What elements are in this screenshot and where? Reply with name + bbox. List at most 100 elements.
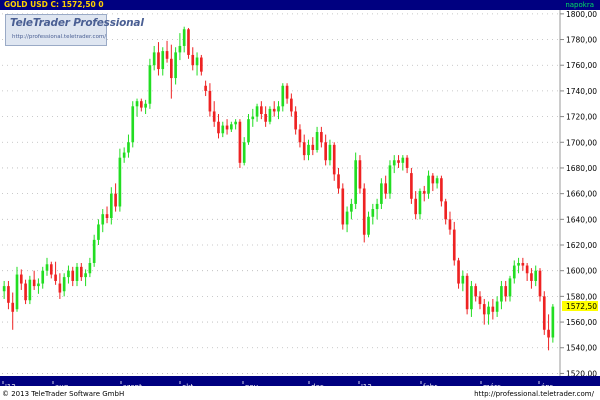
gridlines [2,13,560,374]
candle-body [530,273,533,281]
current-price-marker: 1572,50 [562,301,598,312]
candle-body [58,283,62,293]
y-tick-label: 1540,00 [566,344,597,353]
candle [341,183,345,230]
candle-body [401,157,405,163]
candle-body [392,160,396,166]
candle-body [208,90,212,112]
candle [401,155,405,171]
candle [191,47,195,71]
candle-body [97,224,100,240]
candle-body [534,270,538,281]
y-tick-label: 1660,00 [566,190,597,199]
candle [547,314,550,351]
candle-body [345,211,349,225]
candle-body [24,283,27,301]
candle [101,209,105,233]
candle [109,187,113,225]
candle-body [517,262,520,266]
candle [431,173,435,192]
candle [538,268,542,302]
candle-body [418,191,422,215]
candle-body [397,160,400,163]
candle-body [277,106,280,112]
candle [37,278,40,294]
candle [217,114,220,139]
candle [204,80,207,97]
candle-body [320,132,323,143]
candle [358,155,362,194]
candle [508,275,512,302]
candle-body [440,178,443,202]
candle-body [538,270,542,297]
candle-body [2,286,6,292]
candle [242,137,246,166]
candle-body [470,286,473,310]
candle [165,40,169,63]
candle-body [101,214,105,225]
candle [24,279,27,305]
candle-body [105,214,109,219]
candle-body [84,273,87,278]
candle-body [221,125,225,134]
candle [542,291,546,335]
candle [114,183,117,212]
candle-body [482,304,486,315]
candle-body [161,51,165,70]
candle [285,83,289,104]
candle-body [71,270,75,281]
candle-body [109,193,113,219]
candle-body [92,239,96,263]
candle [200,54,203,76]
candle-body [251,116,255,120]
candle-body [264,114,267,122]
candle-body [255,106,259,117]
candle-body [15,274,19,310]
candle-body [337,174,340,189]
candle-body [367,216,370,235]
candle [58,273,62,299]
y-tick-label: 1760,00 [566,61,597,70]
candle-body [268,108,272,122]
y-tick-label: 1680,00 [566,164,597,173]
candle [461,270,465,292]
candle-body [324,142,327,161]
candle-body [525,265,529,274]
candle [414,191,418,220]
candle-body [148,65,152,104]
candle-body [371,209,375,217]
candle [208,83,212,117]
candle [444,198,448,225]
candle [315,126,319,153]
period-label[interactable]: napokra [565,0,594,10]
candle-body [135,101,139,107]
candle [131,101,135,148]
candle [457,257,460,289]
candle [337,167,340,194]
candle-body [452,229,456,261]
candle-body [487,306,490,315]
footer-link[interactable]: http://professional.teletrader.com/ [474,388,594,400]
price-chart: 1520,00 1540,00 1560,00 1580,00 1600,00 1620,… [2,10,598,376]
candle-body [28,279,32,301]
candle-body [32,279,36,287]
candle [495,296,499,317]
candle-body [500,286,503,302]
y-tick-label: 1780,00 [566,36,597,45]
candle-body [350,203,353,212]
candle [75,262,79,287]
candle [221,121,225,138]
candle-body [187,29,190,55]
candle-body [388,165,392,194]
candle-body [444,201,448,220]
candle-body [225,125,229,130]
candle-body [384,183,387,194]
candle [230,121,233,132]
candle [272,101,276,117]
candle [388,160,392,199]
candle-body [144,103,147,108]
candle-body [315,132,319,150]
candle [45,257,49,276]
candle [152,45,156,71]
candle-body [362,188,366,235]
